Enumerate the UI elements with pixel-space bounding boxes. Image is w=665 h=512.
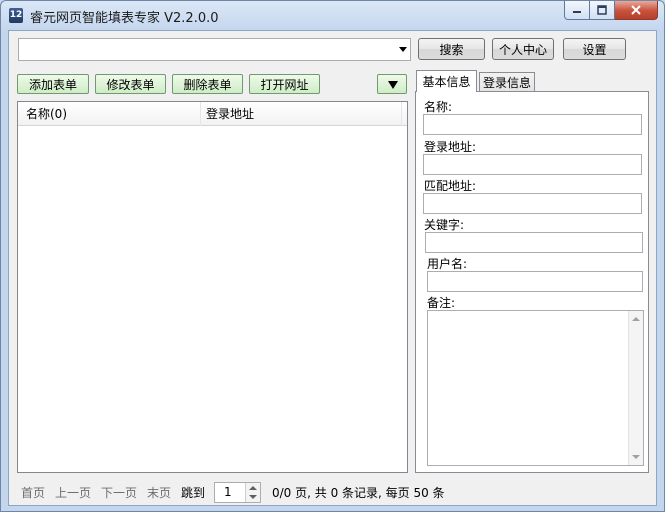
- window-controls: [564, 1, 658, 20]
- maximize-icon: [597, 5, 607, 15]
- last-page-link[interactable]: 末页: [147, 486, 171, 500]
- basic-info-panel: 名称: 登录地址: 匹配地址: 关键字: 用户名: 备注:: [415, 91, 649, 473]
- page-summary: 0/0 页, 共 0 条记录, 每页 50 条: [272, 486, 445, 500]
- spin-up-icon[interactable]: [249, 486, 257, 490]
- login-url-label: 登录地址:: [424, 140, 477, 154]
- page-number-value[interactable]: 1: [224, 485, 232, 499]
- note-textarea[interactable]: [427, 310, 644, 466]
- stepper-buttons[interactable]: [245, 483, 260, 502]
- prev-page-link[interactable]: 上一页: [55, 486, 91, 500]
- first-page-link[interactable]: 首页: [21, 486, 45, 500]
- settings-button[interactable]: 设置: [563, 38, 626, 60]
- form-list[interactable]: 名称(0) 登录地址: [17, 101, 408, 473]
- column-header-login-url[interactable]: 登录地址: [200, 102, 400, 126]
- match-url-label: 匹配地址:: [424, 179, 477, 193]
- close-button[interactable]: [615, 1, 658, 20]
- login-url-field[interactable]: [423, 154, 642, 175]
- add-form-button[interactable]: 添加表单: [17, 74, 89, 94]
- note-label: 备注:: [427, 296, 456, 310]
- more-options-button[interactable]: [377, 74, 407, 94]
- jump-label: 跳到: [181, 486, 206, 500]
- list-header: 名称(0) 登录地址: [18, 102, 407, 126]
- url-combobox[interactable]: [18, 38, 411, 61]
- username-label: 用户名:: [427, 257, 468, 271]
- close-icon: [631, 5, 641, 15]
- page-number-stepper[interactable]: 1: [214, 482, 261, 503]
- column-header-name[interactable]: 名称(0): [20, 102, 200, 126]
- scroll-up-icon[interactable]: [632, 317, 640, 321]
- search-button[interactable]: 搜索: [418, 38, 485, 60]
- name-field[interactable]: [423, 114, 642, 135]
- pager-last[interactable]: 末页: [147, 484, 171, 501]
- triangle-down-icon: [388, 81, 398, 89]
- tab-basic-info[interactable]: 基本信息: [416, 70, 477, 92]
- tab-login-info[interactable]: 登录信息: [479, 72, 535, 92]
- minimize-button[interactable]: [564, 1, 590, 20]
- keyword-label: 关键字:: [424, 218, 465, 232]
- username-field[interactable]: [427, 271, 643, 292]
- minimize-icon: [573, 11, 581, 13]
- next-page-link[interactable]: 下一页: [101, 486, 137, 500]
- app-icon: 12: [9, 8, 23, 23]
- note-scrollbar[interactable]: [628, 311, 643, 465]
- pager-first[interactable]: 首页: [21, 484, 45, 501]
- delete-form-button[interactable]: 删除表单: [172, 74, 243, 94]
- pager-prev[interactable]: 上一页: [55, 484, 91, 501]
- edit-form-button[interactable]: 修改表单: [95, 74, 166, 94]
- scroll-down-icon[interactable]: [632, 455, 640, 459]
- window-title: 睿元网页智能填表专家 V2.2.0.0: [30, 11, 219, 26]
- maximize-button[interactable]: [590, 1, 615, 20]
- spin-down-icon[interactable]: [249, 495, 257, 499]
- column-divider[interactable]: [401, 102, 402, 126]
- client-area: 搜索 个人中心 设置 添加表单 修改表单 删除表单 打开网址 名称(0) 登录地…: [8, 30, 657, 506]
- name-label: 名称:: [424, 100, 453, 114]
- user-center-button[interactable]: 个人中心: [492, 38, 554, 60]
- dropdown-arrow-icon[interactable]: [399, 47, 407, 52]
- keyword-field[interactable]: [425, 232, 643, 253]
- pager-next[interactable]: 下一页: [101, 484, 137, 501]
- open-url-button[interactable]: 打开网址: [249, 74, 320, 94]
- title-bar: 12 睿元网页智能填表专家 V2.2.0.0: [1, 1, 664, 30]
- match-url-field[interactable]: [423, 193, 642, 214]
- app-window: 12 睿元网页智能填表专家 V2.2.0.0 搜索 个人中心 设置 添加表单 修…: [0, 0, 665, 512]
